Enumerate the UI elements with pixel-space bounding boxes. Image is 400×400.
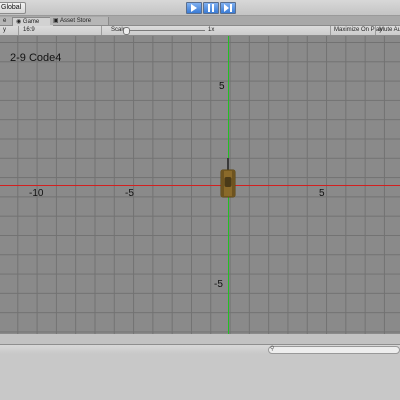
search-input[interactable] <box>268 346 400 354</box>
tab-scene-label: e <box>3 18 7 24</box>
x-tick-label-5: 5 <box>319 188 325 199</box>
scale-slider-track[interactable] <box>125 30 205 31</box>
aspect-value: 16:9 <box>23 27 35 33</box>
pause-icon <box>208 4 214 12</box>
tab-game[interactable]: ◉ Game <box>12 17 54 26</box>
step-button[interactable] <box>220 2 236 14</box>
y-tick-label-neg5: -5 <box>214 279 223 290</box>
game-viewport[interactable]: 2-9 Code4 -10 -5 5 5 -5 <box>0 36 400 334</box>
tab-game-label: Game <box>22 19 40 25</box>
scale-slider-thumb[interactable] <box>123 27 130 35</box>
play-icon <box>191 4 197 12</box>
display-value: y <box>3 27 6 33</box>
display-dropdown[interactable]: y <box>0 26 19 35</box>
asset-store-icon: ▣ <box>53 18 61 24</box>
x-tick-label-neg5: -5 <box>125 188 134 199</box>
aspect-dropdown[interactable]: 16:9 <box>20 26 102 35</box>
window-tabs: e ◉ Game ▣ Asset Store <box>0 16 400 26</box>
search-icon: ⚲ <box>270 346 275 352</box>
step-icon <box>224 4 232 12</box>
main-toolbar: Global <box>0 0 400 16</box>
play-button[interactable] <box>186 2 202 14</box>
global-button[interactable]: Global <box>0 2 27 14</box>
code-label: 2-9 Code4 <box>10 52 62 64</box>
tab-asset-store-label: Asset Store <box>60 18 92 24</box>
tank-sprite[interactable] <box>220 158 236 198</box>
x-tick-label-neg10: -10 <box>29 188 44 199</box>
game-view-bar: y 16:9 Scale 1x Maximize On Play Mute Au <box>0 26 400 36</box>
x-axis-line <box>0 185 400 186</box>
pause-button[interactable] <box>203 2 219 14</box>
y-tick-label-5: 5 <box>219 81 225 92</box>
tab-asset-store[interactable]: ▣ Asset Store <box>50 17 109 25</box>
game-icon: ◉ <box>16 19 23 25</box>
mute-audio-toggle[interactable]: Mute Au <box>375 26 400 35</box>
bottom-panel <box>0 354 400 400</box>
scale-value: 1x <box>208 27 215 33</box>
